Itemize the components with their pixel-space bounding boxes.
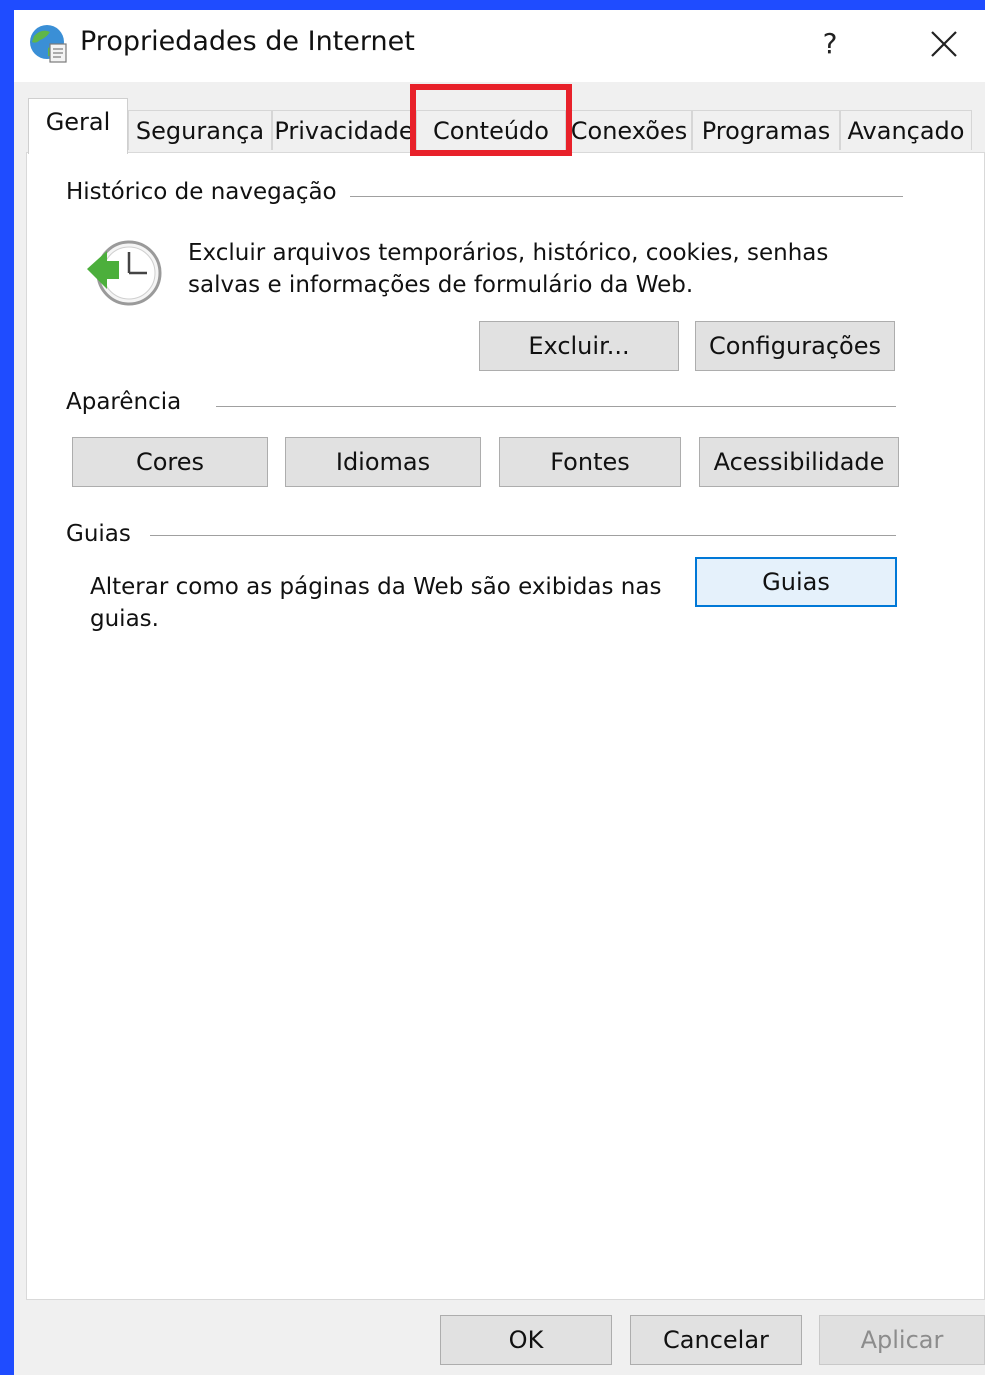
window-title: Propriedades de Internet — [80, 26, 415, 57]
internet-properties-dialog: Propriedades de Internet ? Geral Seguran… — [14, 10, 985, 1375]
tabs-settings-button[interactable]: Guias — [695, 557, 897, 607]
tabs-description-line1: Alterar como as páginas da Web são exibi… — [90, 574, 662, 600]
history-clock-icon — [87, 240, 162, 306]
appearance-heading: Aparência — [66, 389, 182, 415]
help-button[interactable]: ? — [804, 18, 856, 70]
accessibility-button[interactable]: Acessibilidade — [699, 437, 899, 487]
tabs-group-divider — [150, 535, 896, 536]
history-heading: Histórico de navegação — [66, 179, 337, 205]
history-description-line1: Excluir arquivos temporários, histórico,… — [188, 240, 829, 266]
tab-conexoes[interactable]: Conexões — [566, 110, 692, 150]
close-button[interactable] — [914, 18, 974, 70]
languages-button[interactable]: Idiomas — [285, 437, 481, 487]
tab-privacidade[interactable]: Privacidade — [272, 110, 416, 150]
internet-options-icon — [30, 25, 67, 63]
close-icon — [931, 31, 957, 57]
appearance-divider — [216, 406, 896, 407]
apply-button[interactable]: Aplicar — [819, 1315, 985, 1365]
tab-seguranca[interactable]: Segurança — [128, 110, 272, 150]
history-divider — [350, 196, 903, 197]
history-description-line2: salvas e informações de formulário da We… — [188, 272, 694, 298]
cancel-button[interactable]: Cancelar — [630, 1315, 802, 1365]
tabs-description-line2: guias. — [90, 606, 159, 632]
tabs-group-heading: Guias — [66, 521, 131, 547]
fonts-button[interactable]: Fontes — [499, 437, 681, 487]
general-tab-panel: Histórico de navegação Excluir arquivos … — [26, 152, 985, 1300]
tab-avancado[interactable]: Avançado — [840, 110, 972, 150]
tab-geral[interactable]: Geral — [28, 98, 128, 154]
delete-history-button[interactable]: Excluir... — [479, 321, 679, 371]
conteudo-tab-highlight — [410, 84, 572, 156]
ok-button[interactable]: OK — [440, 1315, 612, 1365]
history-settings-button[interactable]: Configurações — [695, 321, 895, 371]
colors-button[interactable]: Cores — [72, 437, 268, 487]
title-bar: Propriedades de Internet ? — [14, 10, 985, 82]
tab-programas[interactable]: Programas — [692, 110, 840, 150]
